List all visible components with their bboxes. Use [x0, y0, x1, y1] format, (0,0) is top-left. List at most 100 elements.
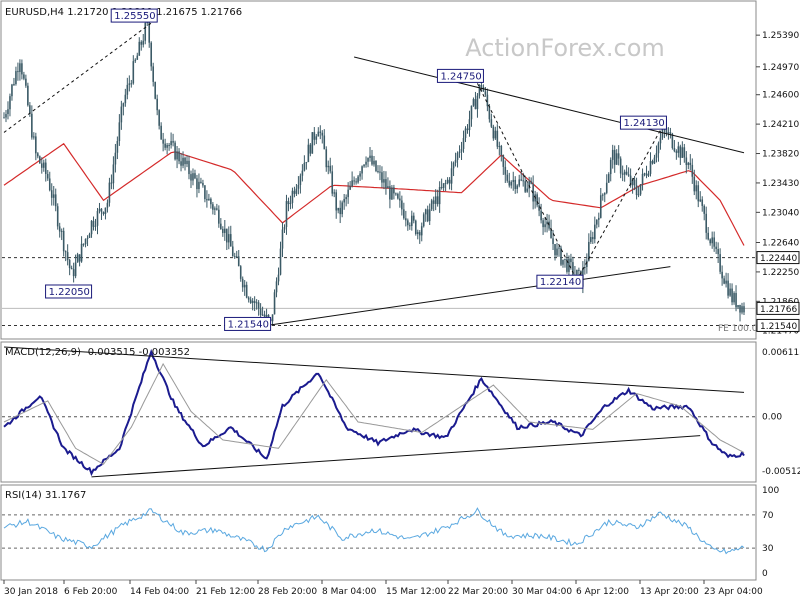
x-tick-label: 30 Mar 04:00 — [512, 587, 572, 597]
candle-body — [128, 83, 131, 85]
candle-body — [180, 161, 182, 166]
candle-body — [655, 153, 658, 158]
candle-body — [619, 158, 622, 174]
candle-body — [601, 194, 604, 196]
candle-body — [448, 179, 451, 184]
candle-body — [50, 190, 53, 198]
candle-body — [3, 117, 5, 119]
candle-body — [289, 202, 292, 205]
candle-body — [647, 173, 650, 176]
candle-body — [611, 149, 614, 160]
candle-body — [333, 192, 336, 194]
candle-body — [725, 280, 727, 284]
candle-body — [743, 306, 745, 313]
candle-body — [136, 55, 139, 60]
candle-body — [478, 85, 481, 96]
candle-body — [363, 164, 365, 167]
candle-body — [331, 171, 334, 194]
candle-body — [200, 181, 202, 183]
candle-body — [723, 278, 725, 284]
candle-body — [220, 223, 222, 229]
rsi-title: RSI(14) 31.1767 — [5, 490, 86, 501]
candle-body — [468, 119, 471, 131]
candle-body — [381, 172, 383, 183]
candle-body — [739, 305, 741, 313]
candle-body — [150, 42, 153, 67]
x-tick-label: 22 Mar 20:00 — [448, 587, 508, 597]
candle-body — [277, 274, 280, 282]
candle-body — [245, 284, 248, 298]
candle-body — [389, 186, 391, 200]
candle-body — [204, 185, 206, 200]
candle-body — [695, 185, 698, 192]
candle-body — [58, 226, 61, 232]
candle-body — [520, 179, 523, 181]
price-label: 1.21540 — [228, 319, 269, 330]
candle-body — [27, 85, 29, 106]
candle-body — [506, 174, 509, 181]
candle-body — [502, 155, 505, 167]
candle-body — [9, 96, 11, 110]
rsi-tick-label: 70 — [762, 511, 774, 521]
candle-body — [74, 262, 77, 277]
candle-body — [713, 237, 715, 247]
candle-body — [450, 168, 453, 184]
candle-body — [434, 196, 437, 204]
candle-body — [689, 162, 692, 165]
candle-body — [492, 126, 495, 139]
candle-body — [82, 243, 85, 245]
candle-body — [190, 174, 192, 181]
candle-body — [251, 300, 254, 303]
candle-body — [325, 149, 328, 168]
candle-body — [48, 178, 51, 191]
candle-body — [106, 202, 109, 208]
candle-body — [446, 179, 449, 183]
x-tick-label: 23 Apr 04:00 — [704, 587, 763, 597]
candle-body — [243, 284, 246, 288]
candle-body — [486, 94, 489, 107]
candle-body — [92, 220, 95, 227]
candle-body — [424, 209, 427, 215]
candle-body — [530, 181, 532, 184]
candle-body — [287, 201, 290, 205]
candle-body — [490, 119, 493, 127]
candle-body — [426, 209, 429, 222]
x-tick-label: 6 Feb 20:00 — [64, 587, 118, 597]
candle-body — [132, 61, 135, 84]
candle-body — [387, 186, 389, 189]
candle-body — [498, 145, 501, 147]
candle-body — [599, 195, 602, 218]
candle-body — [313, 132, 316, 140]
candle-body — [544, 224, 546, 228]
x-tick-label: 14 Feb 04:00 — [130, 587, 189, 597]
candle-body — [470, 105, 473, 120]
candle-body — [717, 249, 719, 255]
candle-body — [403, 209, 405, 219]
candle-body — [643, 173, 646, 175]
candle-body — [253, 300, 256, 303]
candle-body — [7, 109, 9, 115]
candle-body — [627, 174, 630, 176]
candle-body — [327, 165, 330, 168]
candle-body — [651, 161, 654, 164]
candle-body — [623, 171, 626, 175]
candle-body — [216, 208, 218, 210]
price-label: 1.22050 — [49, 287, 90, 298]
candle-body — [303, 162, 306, 171]
candle-body — [703, 205, 706, 214]
price-label: 1.25550 — [114, 11, 155, 22]
candle-body — [265, 315, 268, 317]
candle-body — [229, 234, 232, 247]
candle-body — [428, 209, 431, 222]
candle-body — [297, 184, 300, 189]
candle-body — [237, 256, 240, 267]
rsi-tick-label: 100 — [762, 486, 779, 496]
candle-body — [480, 85, 483, 87]
candle-body — [138, 41, 141, 56]
candle-body — [118, 122, 121, 141]
candle-body — [405, 218, 407, 221]
candle-body — [323, 135, 326, 150]
candle-body — [568, 258, 570, 272]
price-tag-label: 1.22440 — [760, 254, 797, 264]
candle-body — [76, 254, 79, 263]
